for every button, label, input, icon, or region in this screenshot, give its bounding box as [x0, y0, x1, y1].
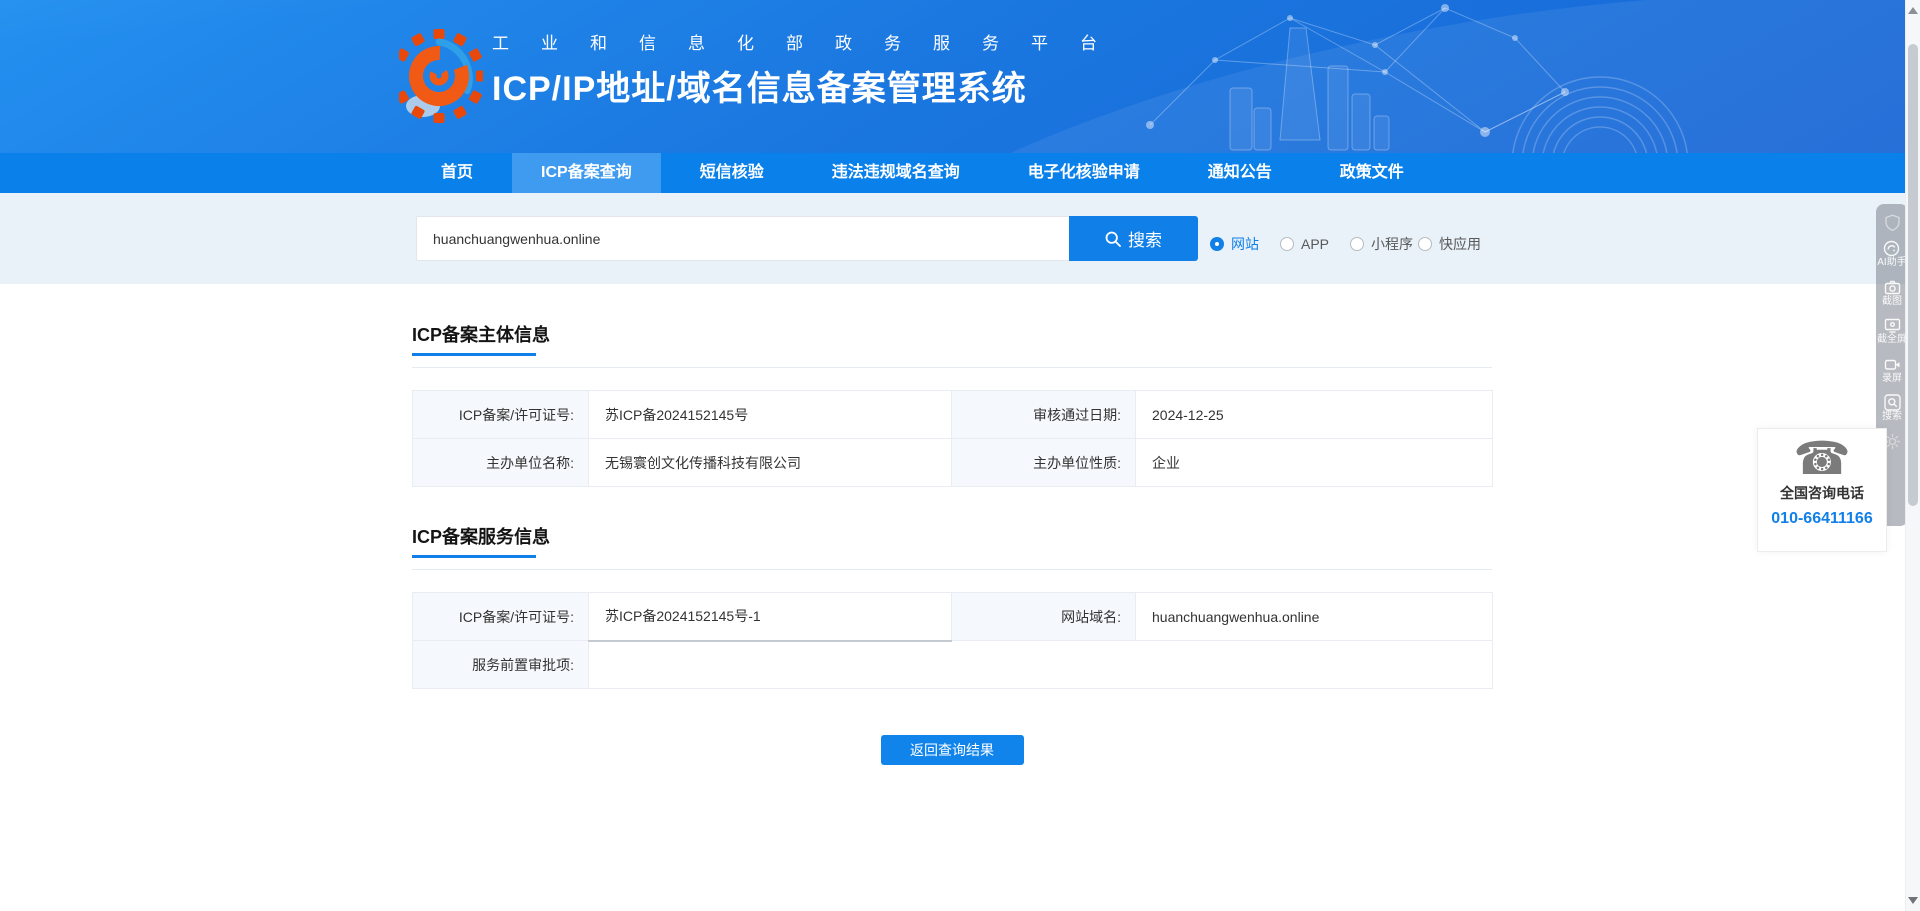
- subject-section-title: ICP备案主体信息: [412, 325, 551, 345]
- shield-icon[interactable]: [1884, 214, 1901, 231]
- radio-quick-app[interactable]: 快应用: [1418, 234, 1481, 254]
- service-info-table: ICP备案/许可证号: 苏ICP备2024152145号-1 网站域名: hua…: [412, 592, 1493, 689]
- field-label: 主办单位性质:: [951, 438, 1136, 487]
- title-accent-bar: [412, 555, 536, 558]
- search-button[interactable]: 搜索: [1069, 216, 1198, 261]
- contact-title: 全国咨询电话: [1780, 485, 1864, 502]
- search-section: 搜索 网站 APP 小程序 快应用: [0, 193, 1920, 284]
- city-skyline-decoration: [1146, 4, 1688, 153]
- search-type-radio-group: 网站 APP 小程序 快应用: [1210, 234, 1481, 254]
- contact-phone-number[interactable]: 010-66411166: [1758, 510, 1886, 528]
- field-label: 审核通过日期:: [951, 390, 1136, 439]
- nav-item-home[interactable]: 首页: [412, 153, 502, 193]
- section-divider: [412, 569, 1492, 570]
- nav-item-icp-query[interactable]: ICP备案查询: [512, 153, 661, 193]
- field-label: 主办单位名称:: [412, 438, 589, 487]
- search-input[interactable]: [416, 216, 1069, 261]
- table-row: 服务前置审批项:: [412, 640, 1493, 689]
- telephone-icon: ☎: [1793, 432, 1851, 484]
- field-value: 2024-12-25: [1135, 390, 1493, 439]
- ai-assistant-icon[interactable]: AI助手: [1877, 240, 1907, 270]
- field-value: 苏ICP备2024152145号: [588, 390, 952, 439]
- scrollbar-thumb[interactable]: [1908, 44, 1918, 506]
- screen-record-icon[interactable]: 录屏: [1882, 356, 1902, 386]
- title-accent-bar: [412, 353, 536, 356]
- field-value: 企业: [1135, 438, 1493, 487]
- service-section-title: ICP备案服务信息: [412, 527, 551, 547]
- field-label: ICP备案/许可证号:: [412, 592, 589, 641]
- radio-mini-program[interactable]: 小程序: [1350, 234, 1413, 254]
- nav-item-notices[interactable]: 通知公告: [1179, 153, 1301, 193]
- nav-item-policy-files[interactable]: 政策文件: [1311, 153, 1433, 193]
- back-to-results-button[interactable]: 返回查询结果: [880, 735, 1024, 765]
- field-label: ICP备案/许可证号:: [412, 390, 589, 439]
- main-nav: 首页 ICP备案查询 短信核验 违法违规域名查询 电子化核验申请 通知公告 政策…: [0, 153, 1920, 193]
- radio-dot-icon: [1418, 237, 1433, 251]
- field-value: 无锡寰创文化传播科技有限公司: [588, 438, 952, 487]
- table-row: 主办单位名称: 无锡寰创文化传播科技有限公司 主办单位性质: 企业: [412, 438, 1493, 487]
- system-title: ICP/IP地址/域名信息备案管理系统: [492, 70, 1027, 108]
- contact-card: ☎ 全国咨询电话 010-66411166: [1757, 428, 1887, 552]
- nav-item-illegal-domain-query[interactable]: 违法违规域名查询: [803, 153, 989, 193]
- radio-dot-icon: [1280, 237, 1294, 251]
- icp-gear-logo: [399, 29, 483, 123]
- field-label: 服务前置审批项:: [412, 640, 589, 689]
- section-divider: [412, 367, 1492, 368]
- search-button-label: 搜索: [1128, 231, 1162, 250]
- service-info-block: ICP备案服务信息 ICP备案/许可证号: 苏ICP备2024152145号-1…: [412, 523, 1493, 689]
- browser-scrollbar[interactable]: [1905, 0, 1920, 911]
- radio-dot-icon: [1350, 237, 1365, 251]
- site-header: 工业和信息化部政务服务平台 ICP/IP地址/域名信息备案管理系统: [0, 0, 1920, 153]
- scrollbar-up-arrow-icon[interactable]: [1908, 7, 1918, 14]
- field-value: huanchuangwenhua.online: [1135, 592, 1493, 641]
- screenshot-icon[interactable]: 截图: [1882, 279, 1902, 309]
- field-label: 网站域名:: [951, 592, 1136, 641]
- search-tool-icon[interactable]: 搜索: [1882, 394, 1902, 424]
- radio-dot-icon: [1210, 237, 1224, 251]
- radio-app[interactable]: APP: [1280, 236, 1329, 252]
- field-value: [588, 640, 1493, 689]
- nav-item-sms-verify[interactable]: 短信核验: [671, 153, 793, 193]
- fullscreen-capture-icon[interactable]: 截全屏: [1877, 317, 1907, 347]
- table-row: ICP备案/许可证号: 苏ICP备2024152145号 审核通过日期: 202…: [412, 390, 1493, 439]
- ministry-title: 工业和信息化部政务服务平台: [492, 34, 1129, 53]
- search-icon: [1105, 231, 1121, 247]
- radio-website[interactable]: 网站: [1210, 234, 1259, 254]
- main-content: ICP备案主体信息 ICP备案/许可证号: 苏ICP备2024152145号 审…: [412, 284, 1493, 765]
- field-value: 苏ICP备2024152145号-1: [588, 592, 952, 642]
- subject-info-table: ICP备案/许可证号: 苏ICP备2024152145号 审核通过日期: 202…: [412, 390, 1493, 487]
- scrollbar-down-arrow-icon[interactable]: [1908, 897, 1918, 904]
- nav-item-e-verify-apply[interactable]: 电子化核验申请: [999, 153, 1169, 193]
- table-row: ICP备案/许可证号: 苏ICP备2024152145号-1 网站域名: hua…: [412, 592, 1493, 642]
- subject-info-block: ICP备案主体信息 ICP备案/许可证号: 苏ICP备2024152145号 审…: [412, 321, 1493, 487]
